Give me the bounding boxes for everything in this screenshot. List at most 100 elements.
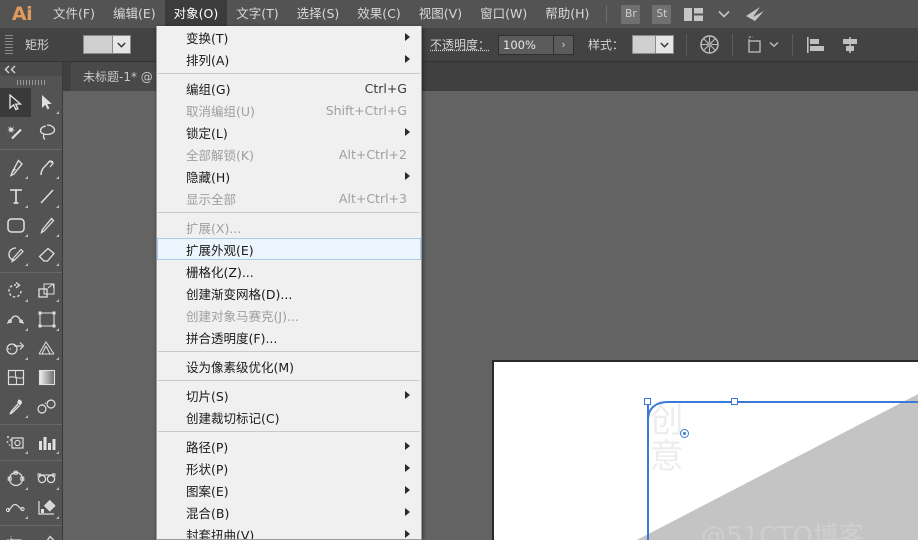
object-center-point[interactable] [680,429,689,438]
object-menu-dropdown[interactable]: 变换(T) 排列(A) 编组(G) Ctrl+G 取消编组(U) Shift+Ctrl+G… [156,26,422,540]
pencil-path-tool[interactable] [0,493,31,522]
slice-tool[interactable] [31,529,62,540]
menubar-item-6[interactable]: 视图(V) [410,0,471,28]
menu-item-23[interactable]: 形状(P) [157,457,421,479]
menubar-item-4[interactable]: 选择(S) [288,0,349,28]
align-horizontal-left-icon[interactable] [806,36,826,54]
fill-color-control[interactable] [83,35,132,54]
document-tab[interactable]: 未标题-1* @ [71,62,166,91]
submenu-arrow-icon [405,55,410,63]
menu-item-label: 栅格化(Z)... [186,264,254,280]
graphic-style-swatch[interactable] [632,35,657,54]
opacity-stepper-icon[interactable]: › [554,34,575,55]
reshape-tool[interactable] [31,464,62,493]
paintbrush-tool[interactable] [31,211,62,240]
selection-tool[interactable] [0,88,31,117]
mesh-tool[interactable] [0,363,31,392]
free-transform-tool[interactable] [31,305,62,334]
bridge-icon[interactable]: Br [621,4,641,24]
transparency-grid-icon[interactable] [700,35,719,54]
chevron-down-icon[interactable] [718,10,730,18]
menu-item-25[interactable]: 混合(B) [157,501,421,523]
tools-divider-4 [0,460,62,461]
menu-item-1[interactable]: 排列(A) [157,48,421,70]
align-vertical-center-icon[interactable] [840,36,860,54]
share-on-behance-icon[interactable] [744,5,768,23]
rotate-around-tool[interactable] [0,464,31,493]
tools-panel-header[interactable] [0,62,62,76]
width-tool[interactable] [0,305,31,334]
fill-swatch[interactable] [83,35,114,54]
eraser-tool[interactable] [31,240,62,269]
pen-tool[interactable] [0,153,31,182]
arrange-documents-icon[interactable] [684,7,704,21]
shape-type-label: 矩形 [25,38,50,52]
menu-item-24[interactable]: 图案(E) [157,479,421,501]
rectangle-tool[interactable] [0,211,31,240]
menu-item-26[interactable]: 封套扭曲(V) [157,523,421,539]
menubar-item-8[interactable]: 帮助(H) [536,0,598,28]
menu-item-label: 隐藏(H) [186,169,231,185]
menu-item-10: 扩展(X)... [157,216,421,238]
menu-item-label: 设为像素级优化(M) [186,359,295,375]
menubar-item-1[interactable]: 编辑(E) [104,0,165,28]
menu-item-20[interactable]: 创建裁切标记(C) [157,406,421,428]
menu-item-label: 扩展(X)... [186,220,242,236]
menu-item-3[interactable]: 编组(G) Ctrl+G [157,77,421,99]
artboard[interactable]: 创意 @51CTO博客 [492,360,918,540]
selection-path[interactable] [494,362,918,540]
menu-item-17[interactable]: 设为像素级优化(M) [157,355,421,377]
transform-each-icon[interactable] [746,35,766,54]
menu-item-22[interactable]: 路径(P) [157,435,421,457]
menu-item-15[interactable]: 拼合透明度(F)... [157,326,421,348]
menubar-item-7[interactable]: 窗口(W) [471,0,536,28]
rotate-tool[interactable] [0,276,31,305]
symbol-sprayer-tool[interactable] [0,428,31,457]
menu-item-0[interactable]: 变换(T) [157,26,421,48]
menu-item-11[interactable]: 扩展外观(E) [157,238,421,260]
perspective-grid-tool[interactable] [31,334,62,363]
type-tool[interactable] [0,182,31,211]
eyedropper-tool[interactable] [0,392,31,421]
graph-gradient-tool[interactable] [31,493,62,522]
menu-item-13[interactable]: 创建渐变网格(D)... [157,282,421,304]
menu-separator [158,73,420,74]
control-divider-3 [792,33,794,56]
menu-item-label: 创建裁切标记(C) [186,410,280,426]
scale-tool[interactable] [31,276,62,305]
curvature-tool[interactable] [31,153,62,182]
control-divider-2 [732,33,734,56]
menu-item-19[interactable]: 切片(S) [157,384,421,406]
menubar-item-2[interactable]: 对象(O) [164,0,228,28]
menu-item-shortcut: Alt+Ctrl+2 [338,146,407,162]
stock-icon[interactable]: St [652,4,672,24]
tools-panel-grip[interactable] [0,76,62,88]
style-dropdown-chevron-icon[interactable] [656,35,675,54]
menubar-item-3[interactable]: 文字(T) [227,0,287,28]
path-anchor-point[interactable] [644,398,651,405]
menu-item-5[interactable]: 锁定(L) [157,121,421,143]
menubar-item-0[interactable]: 文件(F) [44,0,104,28]
shape-builder-tool[interactable] [0,334,31,363]
artboard-tool[interactable] [0,529,31,540]
lasso-tool[interactable] [31,117,62,146]
transform-chevron-down-icon[interactable] [769,41,779,48]
line-segment-tool[interactable] [31,182,62,211]
magic-wand-tool[interactable] [0,117,31,146]
control-bar-grip[interactable] [5,34,13,55]
fill-dropdown-chevron-icon[interactable] [113,35,132,54]
menu-item-7[interactable]: 隐藏(H) [157,165,421,187]
menu-item-12[interactable]: 栅格化(Z)... [157,260,421,282]
opacity-input[interactable]: 100% [498,34,555,55]
gradient-tool[interactable] [31,363,62,392]
direct-selection-tool[interactable] [31,88,62,117]
menubar-item-5[interactable]: 效果(C) [348,0,409,28]
blend-tool[interactable] [31,392,62,421]
column-graph-tool[interactable] [31,428,62,457]
object-menu-rows: 变换(T) 排列(A) 编组(G) Ctrl+G 取消编组(U) Shift+Ctrl+G… [157,26,421,539]
shaper-tool[interactable] [0,240,31,269]
tool-flyout-indicator [56,111,59,114]
graphic-style-control[interactable] [632,35,675,54]
path-anchor-point[interactable] [731,398,738,405]
illustrator-window: Ai 文件(F) 编辑(E) 对象(O) 文字(T) 选择(S) 效果(C) 视图(V) 窗口… [0,0,918,540]
